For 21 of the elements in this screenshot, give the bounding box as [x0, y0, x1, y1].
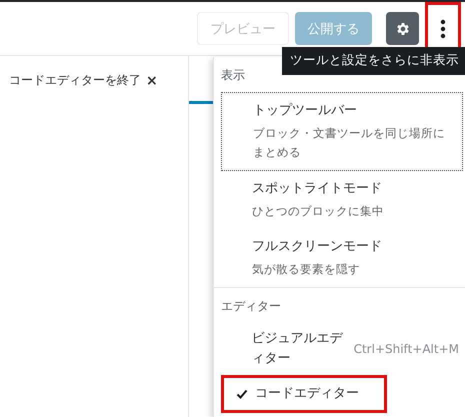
tooltip: ツールと設定をさらに非表示: [282, 47, 465, 75]
item-description: ひとつのブロックに集中: [252, 202, 385, 220]
exit-code-editor-link[interactable]: コードエディターを終了: [9, 72, 141, 89]
section-heading: 表示: [221, 67, 246, 84]
menu-item[interactable]: スポットライトモード ひとつのブロックに集中: [221, 170, 463, 229]
settings-button[interactable]: [386, 12, 419, 45]
close-icon[interactable]: ×: [146, 72, 158, 88]
item-title: コードエディター: [255, 385, 360, 404]
more-vertical-icon: [440, 18, 446, 38]
item-description: 気が散る要素を隠す: [252, 260, 361, 278]
settings-icon: [394, 20, 410, 36]
menu-item[interactable]: トップツールバー ブロック・文書ツールを同じ場所にまとめる: [221, 92, 463, 171]
keyboard-shortcut: Ctrl+Shift+Alt+M: [354, 342, 459, 356]
item-title: フルスクリーンモード: [252, 238, 383, 255]
item-title: ビジュアルエディター: [251, 330, 344, 368]
item-description: ブロック・文書ツールを同じ場所にまとめる: [253, 125, 446, 161]
item-title: スポットライトモード: [252, 180, 383, 197]
menu-item[interactable]: フルスクリーンモード 気が散る要素を隠す: [221, 228, 463, 287]
menu-item[interactable]: コードエディター: [221, 375, 387, 414]
section-heading: エディター: [221, 298, 282, 315]
item-title: トップツールバー: [253, 102, 358, 119]
